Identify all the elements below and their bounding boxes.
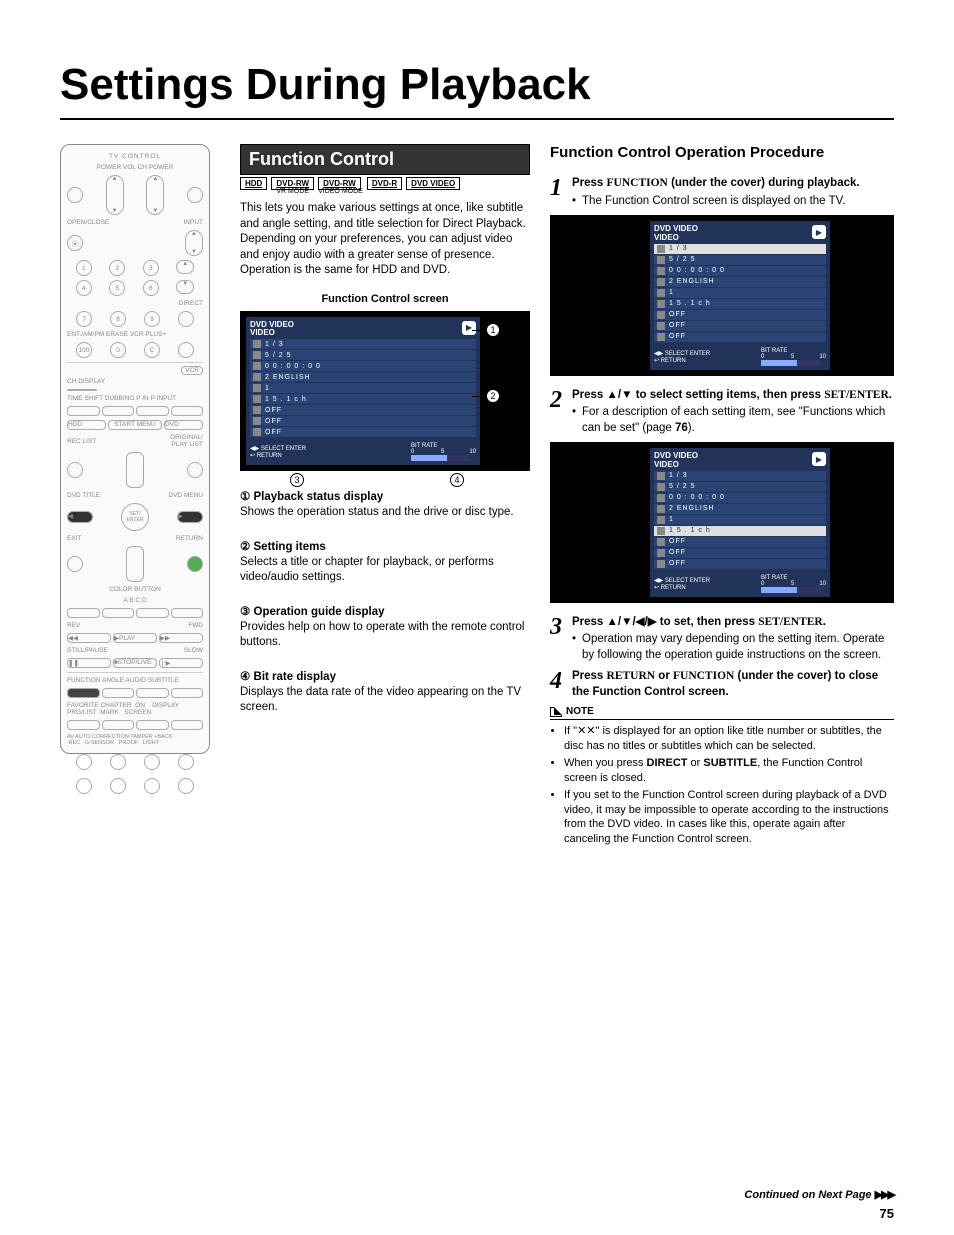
step-3: 3 Press ▲/▼/◀/▶ to set, then press SET/E… bbox=[550, 615, 894, 664]
step-2-screen: DVD VIDEOVIDEO▶ 1 / 3 5 / 2 5 0 0 : 0 0 … bbox=[550, 442, 894, 603]
item-1: ① Playback status display Shows the oper… bbox=[240, 489, 530, 521]
note-list: If "✕✕" is displayed for an option like … bbox=[550, 724, 894, 847]
step-1-screen: DVD VIDEOVIDEO▶ 1 / 3 5 / 2 5 0 0 : 0 0 … bbox=[550, 215, 894, 376]
procedure-heading: Function Control Operation Procedure bbox=[550, 144, 894, 162]
step-4: 4 Press RETURN or FUNCTION (under the co… bbox=[550, 669, 894, 700]
page-title: Settings During Playback bbox=[60, 60, 894, 110]
note-icon bbox=[550, 707, 562, 717]
item-4: ④ Bit rate display Displays the data rat… bbox=[240, 669, 530, 716]
item-2: ② Setting items Selects a title or chapt… bbox=[240, 539, 530, 586]
continued-footer: Continued on Next Page ▶▶▶ bbox=[744, 1188, 894, 1201]
remote-diagram: TV CONTROL POWER VOL CH POWER ▲▼▲▼ OPEN/… bbox=[60, 144, 210, 754]
media-tags: HDD DVD-RWVR MODE DVD-RWVIDEO MODE DVD-R… bbox=[240, 179, 530, 195]
note-heading: NOTE bbox=[550, 706, 894, 717]
page-number: 75 bbox=[880, 1206, 894, 1221]
step-1: 1 Press FUNCTION (under the cover) durin… bbox=[550, 176, 894, 209]
intro-text: This lets you make various settings at o… bbox=[240, 201, 530, 279]
item-3: ③ Operation guide display Provides help … bbox=[240, 604, 530, 651]
step-2: 2 Press ▲/▼ to select setting items, the… bbox=[550, 388, 894, 437]
function-control-screen: DVD VIDEOVIDEO ▶ 1 / 3 5 / 2 5 0 0 : 0 0… bbox=[240, 311, 530, 472]
screen-label: Function Control screen bbox=[240, 293, 530, 305]
title-rule bbox=[60, 118, 894, 120]
section-heading: Function Control bbox=[240, 144, 530, 175]
play-icon: ▶ bbox=[462, 321, 476, 335]
